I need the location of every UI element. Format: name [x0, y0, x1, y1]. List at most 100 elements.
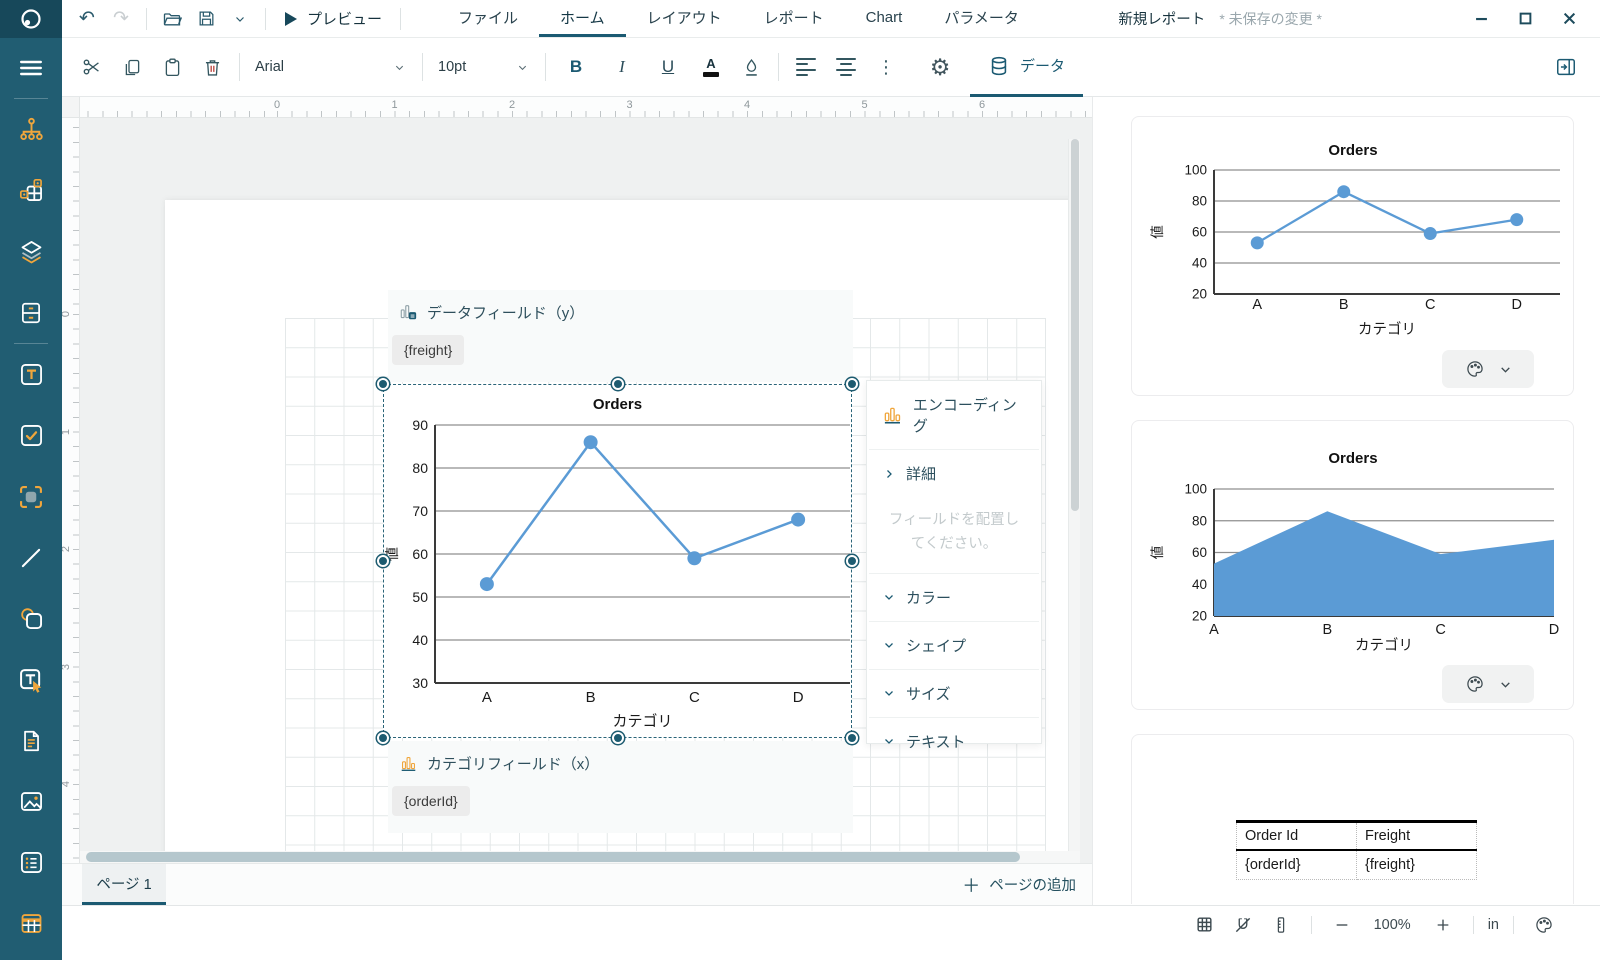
- drop-zone-y[interactable]: データフィールド（y） {freight}: [388, 290, 853, 382]
- field-pill-orderid[interactable]: {orderId}: [392, 786, 470, 816]
- menu-chart[interactable]: Chart: [845, 0, 924, 37]
- close-button[interactable]: [1554, 4, 1584, 34]
- tool-hierarchy[interactable]: [0, 99, 62, 160]
- resize-handle-w[interactable]: [377, 555, 389, 567]
- chart-preview-area-card[interactable]: 20 40 60 80 100 A B C D Orders カテゴリ 値: [1131, 420, 1574, 710]
- snap-toggle-button[interactable]: [1227, 910, 1259, 940]
- svg-text:C: C: [1435, 622, 1445, 638]
- settings-button[interactable]: ⚙: [920, 47, 960, 87]
- paste-button[interactable]: [152, 47, 192, 87]
- collapse-panel-button[interactable]: [1546, 47, 1586, 87]
- unit-select[interactable]: in: [1488, 917, 1499, 933]
- svg-text:60: 60: [412, 546, 428, 562]
- italic-button[interactable]: I: [599, 47, 645, 87]
- underline-button[interactable]: U: [645, 47, 691, 87]
- menu-home[interactable]: ホーム: [539, 0, 626, 37]
- encoding-size-row[interactable]: サイズ: [867, 670, 1041, 717]
- tool-layers[interactable]: [0, 221, 62, 282]
- tool-image[interactable]: [0, 771, 62, 832]
- palette-icon: [1536, 916, 1552, 933]
- tool-shape[interactable]: [0, 588, 62, 649]
- undo-button[interactable]: ↶: [70, 2, 104, 36]
- resize-handle-sw[interactable]: [377, 732, 389, 744]
- align-left-button[interactable]: [786, 47, 826, 87]
- resize-handle-nw[interactable]: [377, 378, 389, 390]
- tool-table[interactable]: [0, 893, 62, 954]
- vertical-scrollbar[interactable]: [1068, 139, 1080, 851]
- grid-toggle-button[interactable]: [1189, 910, 1221, 940]
- add-page-label: ページの追加: [989, 878, 1076, 894]
- tool-splitter[interactable]: [0, 282, 62, 343]
- open-button[interactable]: [155, 2, 189, 36]
- ruler-number: 5: [861, 99, 868, 111]
- delete-button[interactable]: [192, 47, 232, 87]
- theme-button[interactable]: [1528, 910, 1560, 940]
- maximize-icon: [1519, 12, 1531, 25]
- ruler-toggle-button[interactable]: [1265, 910, 1297, 940]
- data-table-card[interactable]: Order Id Freight {orderId} {freight}: [1131, 734, 1574, 904]
- encoding-shape-row[interactable]: シェイプ: [867, 622, 1041, 669]
- menu-toggle-button[interactable]: [0, 38, 62, 98]
- data-panel-tab[interactable]: データ: [970, 38, 1084, 97]
- encoding-detail-row[interactable]: 詳細: [867, 450, 1041, 497]
- encoding-text-row[interactable]: テキスト: [867, 718, 1041, 765]
- tool-document[interactable]: [0, 710, 62, 771]
- table-cell[interactable]: {freight}: [1356, 850, 1477, 880]
- copy-button[interactable]: [112, 47, 152, 87]
- tool-checkbox[interactable]: [0, 405, 62, 466]
- add-page-button[interactable]: ＋ ページの追加: [962, 864, 1076, 905]
- font-size-select[interactable]: 10pt: [430, 49, 538, 85]
- horizontal-scrollbar[interactable]: [80, 851, 1080, 863]
- text-section-label: テキスト: [906, 733, 966, 751]
- chevron-down-icon: [883, 639, 895, 651]
- tool-add-grid[interactable]: [0, 160, 62, 221]
- chart-preview-line-card[interactable]: 20 40 60 80 100 A B C D Orders カテゴリ 値: [1131, 116, 1574, 396]
- more-options-button[interactable]: ⋮: [866, 47, 906, 87]
- ruler-number: 3: [626, 99, 633, 111]
- chart-style-button[interactable]: [1442, 350, 1534, 388]
- minimize-button[interactable]: [1466, 4, 1496, 34]
- resize-handle-se[interactable]: [846, 732, 858, 744]
- drop-zone-x[interactable]: カテゴリフィールド（x） {orderId}: [388, 741, 853, 833]
- selected-chart[interactable]: 30 40 50 60 70 80 90 A B C D Orders カテゴリ値: [377, 378, 858, 744]
- table-cell[interactable]: {orderId}: [1236, 850, 1357, 880]
- vertical-scrollbar-thumb[interactable]: [1071, 139, 1079, 511]
- unsaved-changes-label: * 未保存の変更 *: [1219, 10, 1322, 27]
- align-center-button[interactable]: [826, 47, 866, 87]
- resize-handle-s[interactable]: [611, 732, 624, 744]
- table-header-cell[interactable]: Freight: [1356, 820, 1477, 851]
- zoom-in-button[interactable]: [1427, 910, 1459, 940]
- tool-textbox[interactable]: [0, 344, 62, 405]
- table-header-cell[interactable]: Order Id: [1236, 820, 1357, 851]
- tool-line[interactable]: [0, 527, 62, 588]
- field-pill-freight[interactable]: {freight}: [392, 335, 465, 365]
- font-family-select[interactable]: Arial: [247, 49, 415, 85]
- chart-style-button[interactable]: [1442, 665, 1534, 703]
- canvas-viewport[interactable]: データフィールド（y） {freight} 30 40 50 60 70 80 90 A B C D…: [80, 118, 1080, 851]
- menu-parameters[interactable]: パラメータ: [923, 0, 1040, 37]
- zoom-out-button[interactable]: [1326, 910, 1358, 940]
- maximize-button[interactable]: [1510, 4, 1540, 34]
- preview-button[interactable]: プレビュー: [274, 8, 392, 29]
- redo-button[interactable]: ↷: [104, 2, 138, 36]
- encoding-color-row[interactable]: カラー: [867, 574, 1041, 621]
- resize-handle-n[interactable]: [611, 378, 624, 390]
- fill-color-button[interactable]: [731, 47, 771, 87]
- tool-list[interactable]: [0, 832, 62, 893]
- page-tab-1[interactable]: ページ 1: [82, 864, 166, 905]
- bold-button[interactable]: B: [553, 47, 599, 87]
- save-options-button[interactable]: [223, 2, 257, 36]
- resize-handle-ne[interactable]: [846, 378, 858, 390]
- resize-handle-e[interactable]: [846, 555, 858, 567]
- save-button[interactable]: [189, 2, 223, 36]
- cut-button[interactable]: [72, 47, 112, 87]
- tool-rich-text[interactable]: [0, 649, 62, 710]
- menu-layout[interactable]: レイアウト: [626, 0, 743, 37]
- horizontal-scrollbar-thumb[interactable]: [86, 852, 1020, 862]
- menu-report[interactable]: レポート: [743, 0, 845, 37]
- svg-text:C: C: [689, 689, 700, 706]
- tool-selection[interactable]: [0, 466, 62, 527]
- menu-file[interactable]: ファイル: [437, 0, 539, 37]
- font-color-button[interactable]: A: [691, 47, 731, 87]
- separator: [545, 53, 546, 81]
